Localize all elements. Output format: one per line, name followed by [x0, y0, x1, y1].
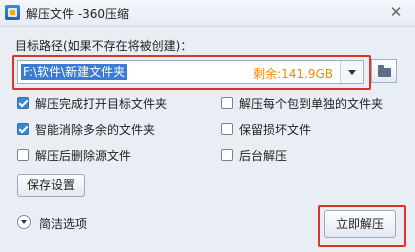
folder-icon [378, 65, 391, 77]
free-space-label: 剩余:141.9GB [253, 67, 333, 81]
option-label: 智能消除多余的文件夹 [35, 123, 156, 137]
option-label: 解压后删除源文件 [35, 149, 132, 163]
path-combobox[interactable]: F:\软件\新建文件夹 剩余:141.9GB [17, 60, 364, 84]
checkbox[interactable] [221, 97, 233, 109]
window-title: 解压文件 -360压缩 [26, 7, 130, 21]
simple-options-label: 简洁选项 [39, 217, 88, 231]
checkbox[interactable] [221, 123, 233, 135]
option-label: 保留损坏文件 [239, 123, 312, 137]
checkbox[interactable] [221, 149, 233, 161]
expand-circle-icon[interactable] [17, 215, 31, 229]
save-settings-button[interactable]: 保存设置 [17, 174, 85, 197]
checkbox[interactable] [17, 123, 29, 135]
chevron-down-icon [348, 70, 356, 75]
checkbox[interactable] [17, 149, 29, 161]
app-icon [5, 5, 20, 20]
option-label: 解压每个包到单独的文件夹 [239, 97, 384, 111]
browse-folder-button[interactable] [371, 59, 397, 83]
path-label: 目标路径(如果不存在将被创建)： [15, 39, 193, 53]
path-dropdown-button[interactable] [340, 61, 363, 83]
path-input[interactable]: F:\软件\新建文件夹 [21, 64, 128, 80]
title-bar: 解压文件 -360压缩 ✕ [0, 0, 415, 27]
option-label: 解压完成打开目标文件夹 [35, 97, 168, 111]
close-button[interactable]: ✕ [387, 3, 405, 21]
extract-now-button[interactable]: 立即解压 [324, 210, 396, 238]
checkbox[interactable] [17, 97, 29, 109]
option-label: 后台解压 [239, 149, 288, 163]
